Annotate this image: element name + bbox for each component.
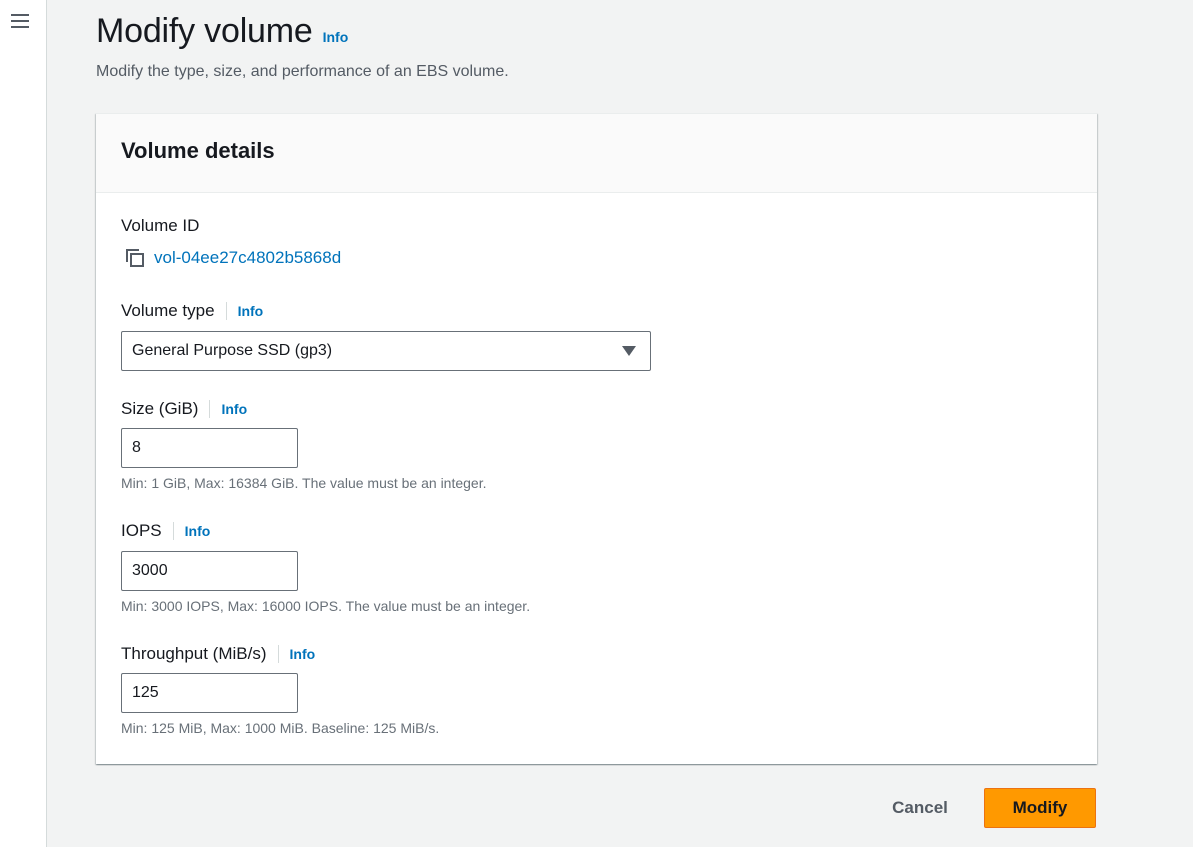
iops-info-link[interactable]: Info bbox=[185, 523, 211, 539]
panel-title: Volume details bbox=[121, 138, 275, 163]
label-divider bbox=[277, 645, 279, 663]
volume-type-info-link[interactable]: Info bbox=[238, 303, 264, 319]
panel-header: Volume details bbox=[96, 114, 1097, 193]
iops-label: IOPS bbox=[121, 521, 162, 540]
iops-hint: Min: 3000 IOPS, Max: 16000 IOPS. The val… bbox=[121, 598, 531, 614]
size-input[interactable] bbox=[121, 428, 298, 468]
page-description: Modify the type, size, and performance o… bbox=[96, 63, 509, 80]
copy-icon[interactable] bbox=[124, 247, 146, 269]
volume-type-label: Volume type bbox=[121, 301, 215, 320]
label-divider bbox=[209, 400, 211, 418]
size-hint: Min: 1 GiB, Max: 16384 GiB. The value mu… bbox=[121, 475, 487, 491]
throughput-label-row: Throughput (MiB/s) Info bbox=[121, 644, 315, 664]
volume-type-select[interactable]: General Purpose SSD (gp3) bbox=[121, 331, 651, 371]
throughput-input[interactable] bbox=[121, 673, 298, 713]
volume-type-label-row: Volume type Info bbox=[121, 301, 263, 321]
side-navigation bbox=[0, 0, 47, 847]
modify-button[interactable]: Modify bbox=[984, 788, 1096, 828]
label-divider bbox=[225, 302, 227, 320]
throughput-info-link[interactable]: Info bbox=[290, 646, 316, 662]
volume-id-label: Volume ID bbox=[121, 216, 200, 235]
page-header: Modify volume Info bbox=[96, 12, 348, 51]
volume-id-row: vol-04ee27c4802b5868d bbox=[124, 247, 341, 269]
iops-label-row: IOPS Info bbox=[121, 521, 210, 541]
size-label-row: Size (GiB) Info bbox=[121, 399, 247, 419]
page-title: Modify volume bbox=[96, 12, 313, 50]
size-info-link[interactable]: Info bbox=[221, 401, 247, 417]
volume-type-selected-value: General Purpose SSD (gp3) bbox=[132, 342, 333, 359]
throughput-hint: Min: 125 MiB, Max: 1000 MiB. Baseline: 1… bbox=[121, 720, 440, 736]
caret-down-icon bbox=[622, 346, 636, 356]
throughput-label: Throughput (MiB/s) bbox=[121, 644, 267, 663]
volume-id-label-row: Volume ID bbox=[121, 216, 199, 236]
volume-details-panel: Volume details Volume ID vol-04ee27c4802… bbox=[96, 113, 1097, 764]
cancel-button[interactable]: Cancel bbox=[877, 789, 963, 827]
label-divider bbox=[172, 522, 174, 540]
volume-id-link[interactable]: vol-04ee27c4802b5868d bbox=[154, 248, 341, 268]
page-title-info-link[interactable]: Info bbox=[323, 29, 349, 45]
hamburger-menu-icon[interactable] bbox=[11, 12, 29, 30]
iops-input[interactable] bbox=[121, 551, 298, 591]
size-label: Size (GiB) bbox=[121, 399, 199, 418]
